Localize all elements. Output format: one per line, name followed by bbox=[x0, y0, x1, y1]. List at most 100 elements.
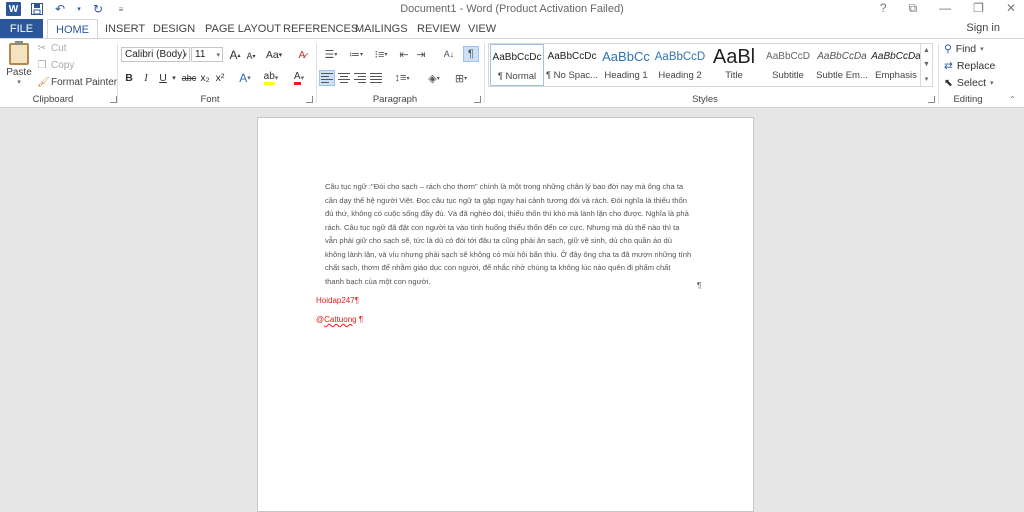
find-button[interactable]: ⚲ Find ▾ bbox=[944, 43, 984, 55]
paragraph-group-label: Paragraph bbox=[372, 94, 418, 105]
sign-in-link[interactable]: Sign in bbox=[966, 22, 1000, 34]
paragraph-mark: ¶ bbox=[697, 281, 702, 290]
group-separator bbox=[117, 43, 118, 103]
title-bar: W ↶ ▾ ↻ ≡ Document1 - Word (Product Acti… bbox=[0, 0, 1024, 19]
align-center-button[interactable] bbox=[337, 71, 351, 85]
more-styles-icon[interactable]: ▾ bbox=[925, 75, 929, 83]
cut-button[interactable]: ✂ Cut bbox=[37, 43, 67, 54]
borders-icon: ⊞ bbox=[454, 72, 465, 85]
copy-button[interactable]: ❐ Copy bbox=[37, 60, 75, 71]
tab-home[interactable]: HOME bbox=[47, 19, 98, 39]
grow-font-button[interactable]: A ▴ bbox=[229, 48, 241, 62]
line-spacing-icon: ↕≡ bbox=[394, 72, 407, 84]
style-subtle-emphasis[interactable]: AaBbCcDa Subtle Em... bbox=[815, 44, 869, 86]
document-red-line-2[interactable]: @Cattuong ¶ bbox=[316, 315, 363, 324]
bullets-button[interactable]: ☰ ▾ bbox=[320, 47, 342, 61]
justify-icon bbox=[370, 73, 382, 83]
decrease-indent-button[interactable]: ⇤ bbox=[397, 47, 411, 61]
clear-formatting-button[interactable]: A̷ bbox=[295, 48, 309, 62]
document-body-paragraph[interactable]: Câu tục ngữ :"Đói cho sạch – rách cho th… bbox=[325, 180, 703, 288]
tab-references[interactable]: REFERENCES bbox=[283, 19, 358, 38]
help-button[interactable]: ? bbox=[880, 1, 887, 16]
font-dialog-launcher[interactable] bbox=[306, 96, 313, 103]
tab-design[interactable]: DESIGN bbox=[153, 19, 195, 38]
scissors-icon: ✂ bbox=[37, 42, 47, 54]
font-color-button[interactable]: A ▾ bbox=[288, 71, 310, 85]
style-name: Title bbox=[725, 70, 743, 81]
restore-button[interactable]: ❐ bbox=[973, 1, 984, 16]
text-effects-button[interactable]: A ▾ bbox=[237, 71, 253, 85]
strikethrough-button[interactable]: abc bbox=[180, 71, 198, 85]
tab-view[interactable]: VIEW bbox=[468, 19, 496, 38]
tab-insert[interactable]: INSERT bbox=[105, 19, 145, 38]
scroll-down-icon[interactable]: ▼ bbox=[923, 61, 930, 68]
font-family-dropdown[interactable]: Calibri (Body) ▾ bbox=[121, 47, 190, 62]
ribbon-home: Paste ▾ ✂ Cut ❐ Copy 🖌 Format Painter Cl… bbox=[0, 38, 1024, 108]
shading-button[interactable]: ◈ ▾ bbox=[423, 71, 445, 85]
select-button[interactable]: ⬉ Select ▾ bbox=[944, 77, 994, 89]
styles-gallery-scroll[interactable]: ▲ ▼ ▾ bbox=[920, 44, 932, 86]
italic-button[interactable]: I bbox=[140, 71, 152, 85]
ribbon-tabs: FILE HOME INSERT DESIGN PAGE LAYOUT REFE… bbox=[0, 19, 1024, 39]
style-emphasis[interactable]: AaBbCcDa Emphasis bbox=[869, 44, 923, 86]
chevron-down-icon: ▾ bbox=[359, 51, 363, 58]
bold-button[interactable]: B bbox=[123, 71, 135, 85]
body-text-line: chất sạch, thơm để nhằm giáo dục con ngư… bbox=[325, 263, 671, 272]
multilevel-list-button[interactable]: ⁝≡ ▾ bbox=[370, 47, 392, 61]
justify-button[interactable] bbox=[369, 71, 383, 85]
style-title[interactable]: AaBl Title bbox=[707, 44, 761, 86]
caret-down-icon: ▾ bbox=[252, 53, 256, 60]
increase-indent-button[interactable]: ⇥ bbox=[414, 47, 428, 61]
find-label: Find bbox=[955, 43, 977, 55]
body-text-line: vẫn phải giữ cho sạch sẽ, tức là dù có đ… bbox=[325, 236, 672, 245]
underline-button[interactable]: U bbox=[157, 71, 169, 85]
style-subtitle[interactable]: AaBbCcD Subtitle bbox=[761, 44, 815, 86]
collapse-ribbon-icon[interactable]: ⌃ bbox=[1009, 95, 1016, 104]
paste-button[interactable]: Paste ▾ bbox=[6, 41, 32, 89]
style-no-spacing[interactable]: AaBbCcDc ¶ No Spac... bbox=[545, 44, 599, 86]
borders-button[interactable]: ⊞ ▾ bbox=[450, 71, 472, 85]
underline-dropdown-icon[interactable]: ▾ bbox=[170, 71, 178, 85]
font-size-dropdown[interactable]: 11 ▾ bbox=[191, 47, 223, 62]
line-spacing-button[interactable]: ↕≡ ▾ bbox=[391, 71, 413, 85]
numbering-button[interactable]: ≔ ▾ bbox=[345, 47, 367, 61]
style-heading-1[interactable]: AaBbCc Heading 1 bbox=[599, 44, 653, 86]
misspelled-word: Cattuong bbox=[324, 315, 357, 324]
replace-button[interactable]: ⇄ Replace bbox=[944, 60, 995, 72]
style-name: Heading 2 bbox=[658, 70, 702, 81]
tab-file[interactable]: FILE bbox=[0, 19, 43, 38]
style-sample: AaBbCcDc bbox=[547, 51, 597, 62]
document-red-line-1[interactable]: Hoidap247¶ bbox=[316, 296, 359, 305]
change-case-button[interactable]: Aa ▾ bbox=[263, 48, 285, 62]
tab-review[interactable]: REVIEW bbox=[417, 19, 460, 38]
scroll-up-icon[interactable]: ▲ bbox=[923, 47, 930, 54]
document-page[interactable]: Câu tục ngữ :"Đói cho sạch – rách cho th… bbox=[257, 117, 754, 512]
chevron-down-icon: ▾ bbox=[384, 51, 388, 58]
ribbon-display-options-button[interactable]: ⧉ bbox=[909, 1, 918, 16]
show-hide-marks-button[interactable]: ¶ bbox=[463, 46, 479, 62]
highlight-button[interactable]: ab ▾ bbox=[260, 71, 282, 85]
align-right-button[interactable] bbox=[353, 71, 367, 85]
chevron-down-icon: ▾ bbox=[436, 75, 440, 82]
chevron-down-icon: ▾ bbox=[980, 46, 984, 53]
close-button[interactable]: ✕ bbox=[1006, 1, 1016, 16]
align-left-button[interactable] bbox=[319, 70, 335, 86]
tab-page-layout[interactable]: PAGE LAYOUT bbox=[205, 19, 281, 38]
clipboard-dialog-launcher[interactable] bbox=[110, 96, 117, 103]
style-sample: AaBbCcD bbox=[654, 51, 706, 63]
style-name: Emphasis bbox=[875, 70, 917, 81]
shrink-font-button[interactable]: A ▾ bbox=[245, 49, 257, 63]
subscript-button[interactable]: x₂ bbox=[199, 71, 211, 85]
sort-button[interactable]: A↓ bbox=[441, 47, 457, 61]
format-painter-button[interactable]: 🖌 Format Painter bbox=[37, 77, 117, 88]
chevron-down-icon: ▾ bbox=[464, 75, 468, 82]
style-normal[interactable]: AaBbCcDc ¶ Normal bbox=[490, 44, 544, 86]
minimize-button[interactable]: — bbox=[939, 1, 951, 16]
paragraph-dialog-launcher[interactable] bbox=[474, 96, 481, 103]
style-heading-2[interactable]: AaBbCcD Heading 2 bbox=[653, 44, 707, 86]
paintbrush-icon: 🖌 bbox=[37, 76, 50, 88]
style-name: Subtitle bbox=[772, 70, 804, 81]
styles-dialog-launcher[interactable] bbox=[928, 96, 935, 103]
superscript-button[interactable]: x² bbox=[214, 71, 226, 85]
tab-mailings[interactable]: MAILINGS bbox=[355, 19, 408, 38]
